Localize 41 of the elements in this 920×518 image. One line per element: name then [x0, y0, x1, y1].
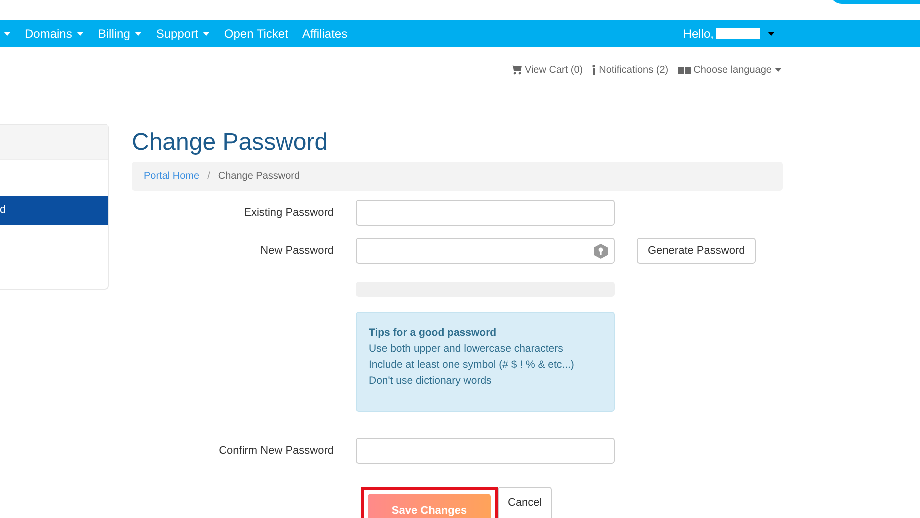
page-title: Change Password	[132, 128, 330, 158]
link-text: View Cart (0)	[524, 64, 584, 76]
caret-icon	[203, 32, 210, 36]
tip-text: Don't use dictionary words	[369, 375, 493, 387]
key-icon	[594, 244, 608, 259]
utility-link[interactable]: Choose language	[678, 59, 782, 81]
nav-item[interactable]: Support	[156, 26, 210, 40]
generate-password-button[interactable]: Generate Password	[637, 238, 756, 264]
nav-item[interactable]: Open Ticket	[224, 26, 288, 40]
field-label: Confirm New Password	[218, 445, 334, 457]
password-field[interactable]	[356, 200, 615, 226]
password-field[interactable]	[356, 238, 615, 264]
caret-icon	[135, 32, 142, 36]
cancel-button[interactable]: Cancel	[498, 487, 552, 518]
nav-item[interactable]: Billing	[98, 26, 142, 40]
caret-icon	[4, 32, 11, 36]
tip-text: Include at least one symbol (# $ ! % & etc...)	[369, 359, 576, 371]
tips-title: Tips for a good password	[369, 327, 498, 339]
caret-icon	[768, 32, 775, 36]
tip-text: Use both upper and lowercase characters	[369, 343, 564, 355]
link-text: Choose language	[694, 64, 772, 76]
nav-item[interactable]: Affiliates	[302, 26, 348, 40]
save-button[interactable]: Save Changes	[368, 494, 491, 518]
utility-link[interactable]: Notifications (2)	[592, 59, 669, 81]
breadcrumb-separator: /	[208, 171, 210, 182]
link-text: Notifications (2)	[599, 64, 669, 76]
current-page-text: Change Password	[218, 171, 300, 182]
nav-item[interactable]: Domains	[25, 26, 84, 40]
language-icon	[678, 66, 691, 74]
password-field[interactable]	[356, 438, 615, 464]
utility-link[interactable]: View Cart (0)	[510, 59, 584, 81]
caret-menu[interactable]	[4, 32, 11, 36]
cart-icon	[510, 65, 522, 75]
field-label: New Password	[260, 245, 334, 257]
caret-icon	[77, 32, 84, 36]
breadcrumb-link[interactable]: Portal Home	[144, 171, 200, 182]
user-greeting[interactable]: Hello,	[683, 26, 714, 40]
caret-icon	[775, 68, 782, 72]
info-icon	[592, 65, 596, 75]
sidebar-item[interactable]: d	[0, 196, 108, 225]
field-label: Existing Password	[243, 207, 334, 219]
